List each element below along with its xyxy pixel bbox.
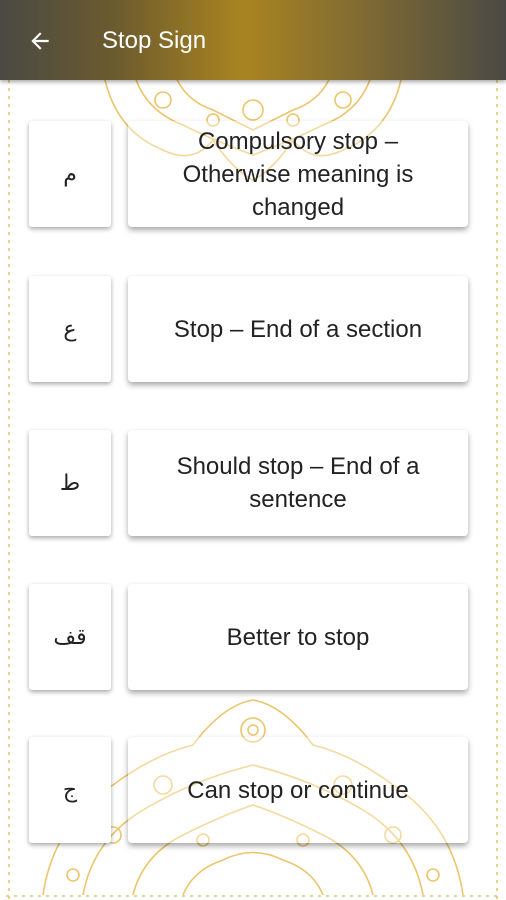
list-item[interactable]: قف Better to stop — [0, 584, 506, 694]
back-button[interactable] — [22, 24, 58, 58]
stop-sign-meaning: Should stop – End of a sentence — [128, 430, 468, 536]
stop-sign-symbol: ع — [29, 276, 111, 382]
stop-sign-meaning: Better to stop — [128, 584, 468, 690]
stop-sign-symbol: م — [29, 121, 111, 227]
list-item[interactable]: ط Should stop – End of a sentence — [0, 430, 506, 540]
stop-sign-symbol: ج — [29, 737, 111, 843]
list-item[interactable]: ج Can stop or continue — [0, 737, 506, 847]
stop-sign-meaning: Compulsory stop – Otherwise meaning is c… — [128, 121, 468, 227]
list-item[interactable]: ع Stop – End of a section — [0, 276, 506, 386]
arrow-left-icon — [31, 32, 49, 50]
stop-sign-symbol: قف — [29, 584, 111, 690]
stop-sign-meaning: Stop – End of a section — [128, 276, 468, 382]
stop-sign-symbol: ط — [29, 430, 111, 536]
page-title: Stop Sign — [102, 27, 207, 54]
app-bar: Stop Sign — [0, 0, 506, 80]
stop-sign-meaning: Can stop or continue — [128, 737, 468, 843]
list-item[interactable]: م Compulsory stop – Otherwise meaning is… — [0, 121, 506, 231]
